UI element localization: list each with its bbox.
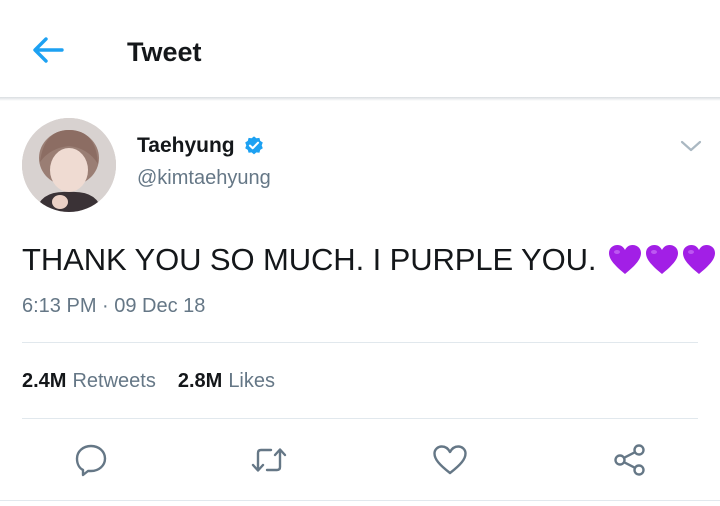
retweets-stat[interactable]: 2.4M Retweets: [22, 370, 156, 393]
author-handle[interactable]: @kimtaehyung: [137, 167, 271, 190]
verified-badge-icon: [243, 135, 265, 157]
divider: [22, 418, 698, 419]
emoji-group: [608, 244, 716, 276]
heart-icon: [433, 445, 467, 475]
arrow-left-icon: [33, 37, 64, 63]
avatar-image: [22, 118, 116, 212]
purple-heart-icon: [609, 245, 642, 274]
author-display-name[interactable]: Taehyung: [137, 134, 235, 158]
back-button[interactable]: [30, 34, 66, 66]
top-app-bar: Tweet: [0, 0, 720, 98]
more-options-button[interactable]: [680, 138, 702, 154]
likes-stat[interactable]: 2.8M Likes: [178, 370, 275, 393]
header-divider: [0, 97, 720, 101]
avatar[interactable]: [22, 118, 116, 212]
tweet-text: THANK YOU SO MUCH. I PURPLE YOU.: [22, 242, 597, 277]
likes-count: 2.8M: [177, 370, 223, 392]
purple-heart-icon: [683, 245, 716, 274]
page-title: Tweet: [127, 37, 202, 67]
share-button[interactable]: [611, 441, 649, 479]
retweets-count: 2.4M: [22, 370, 67, 392]
retweet-button[interactable]: [250, 441, 288, 479]
tweet-body: THANK YOU SO MUCH. I PURPLE YOU.: [22, 242, 716, 278]
reply-icon: [75, 444, 107, 477]
tweet-timestamp: 6:13 PM · 09 Dec 18: [22, 295, 206, 317]
author-name-row[interactable]: Taehyung: [137, 134, 265, 158]
divider: [0, 500, 720, 501]
share-icon: [614, 444, 645, 476]
divider: [22, 342, 698, 343]
chevron-down-icon: [680, 140, 702, 152]
retweet-icon: [251, 448, 287, 472]
reply-button[interactable]: [72, 441, 110, 479]
like-button[interactable]: [431, 441, 469, 479]
purple-heart-icon: [646, 245, 679, 274]
retweets-label: Retweets: [72, 370, 156, 392]
likes-label: Likes: [228, 370, 276, 392]
engagement-stats: 2.4M Retweets 2.8M Likes: [22, 370, 275, 393]
